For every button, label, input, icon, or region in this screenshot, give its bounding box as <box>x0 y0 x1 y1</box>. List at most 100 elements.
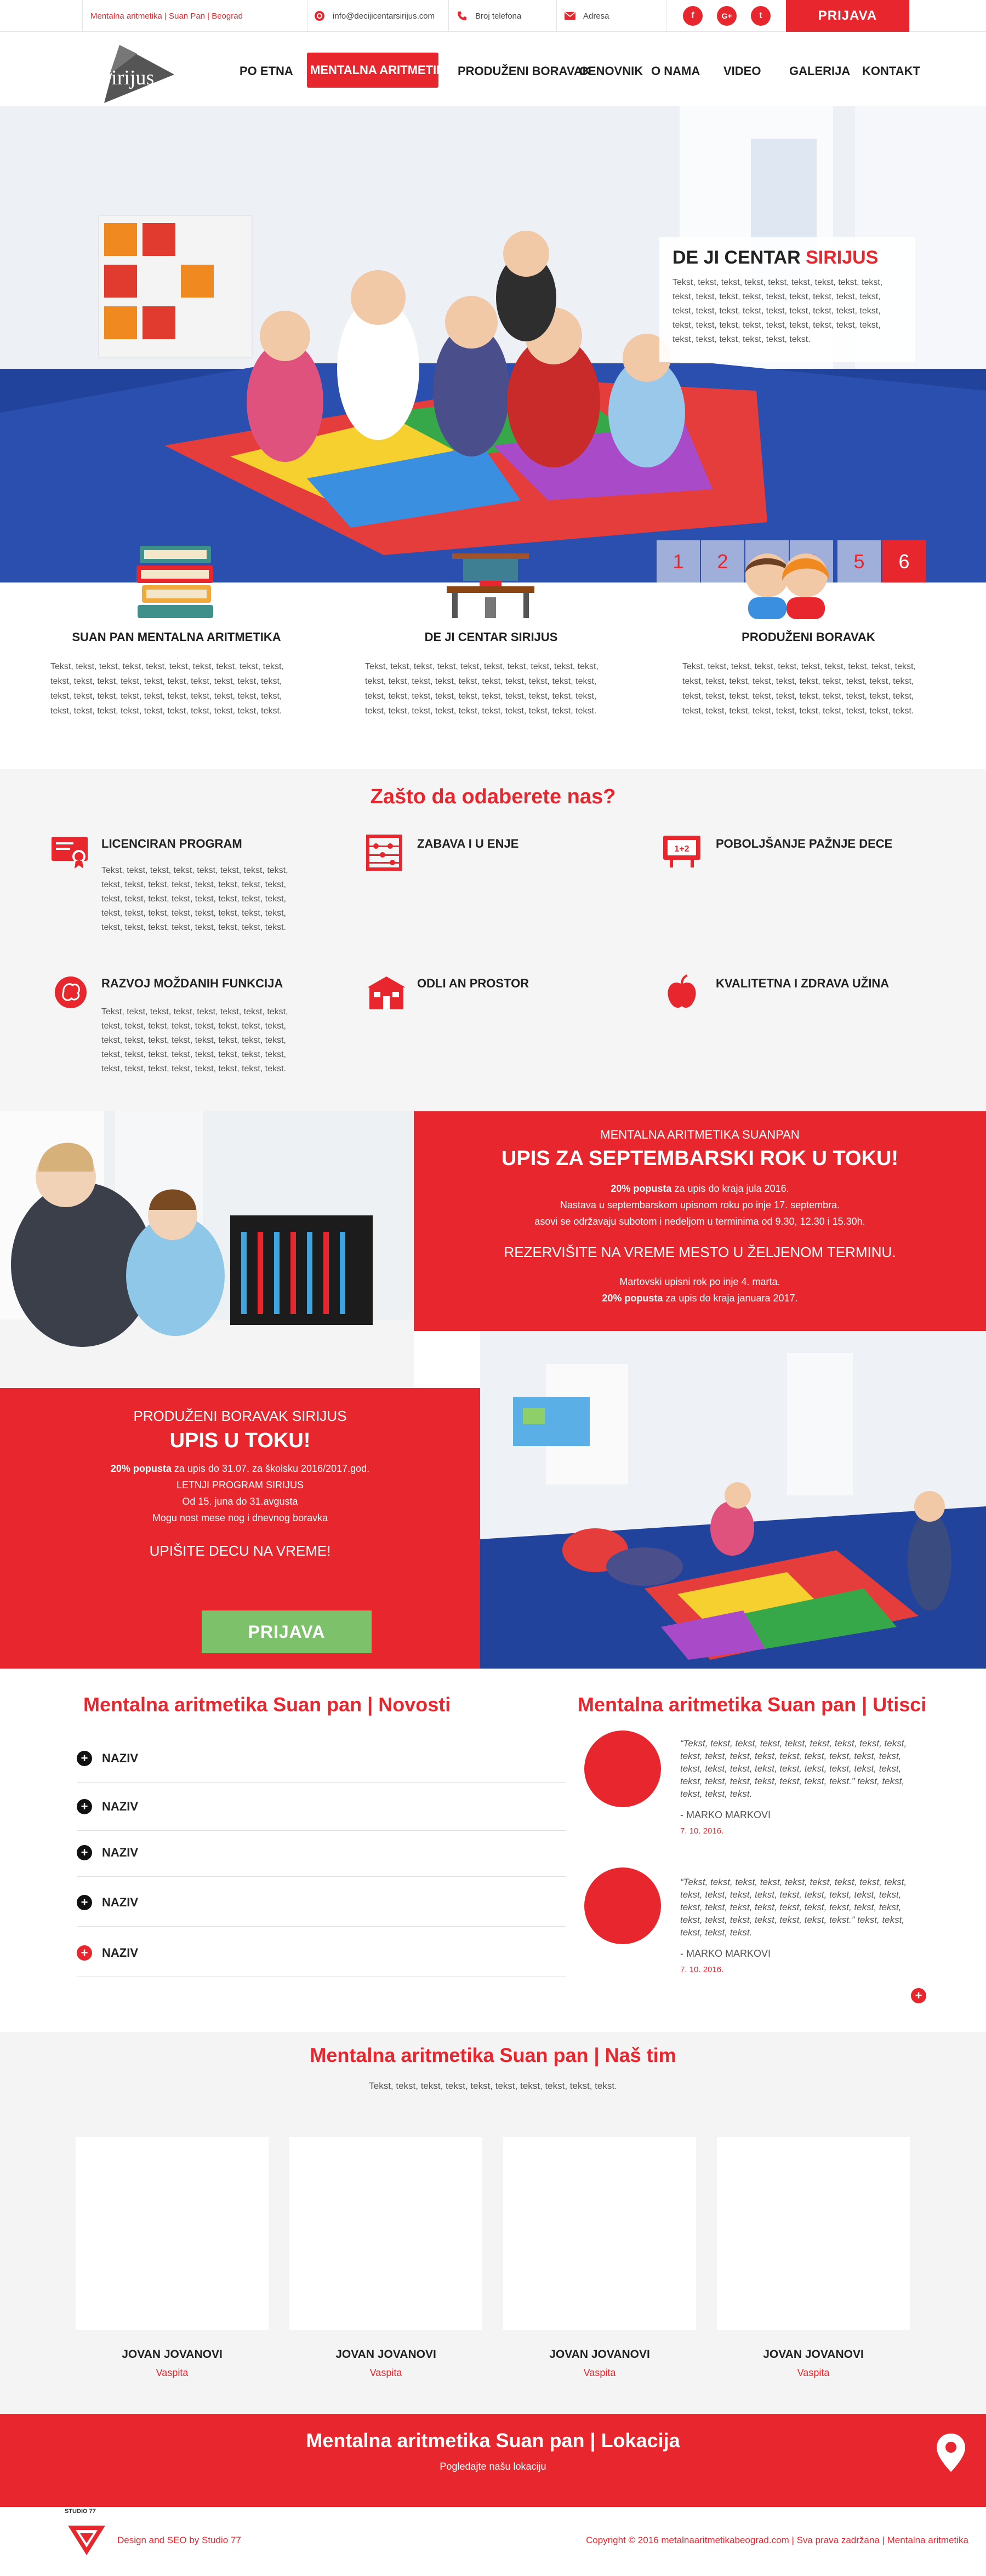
location-subtitle: Pogledajte našu lokaciju <box>440 2461 546 2472</box>
promo1-line5-rest: za upis do kraja januara 2017. <box>663 1293 798 1304</box>
promo2-kicker: PRODUŽENI BORAVAK SIRIJUS <box>133 1408 347 1424</box>
why-text-licensed: Tekst, tekst, tekst, tekst, tekst, tekst… <box>101 866 288 932</box>
promo1-discount-2: 20% popusta <box>602 1293 663 1304</box>
team-name-4: JOVAN JOVANOVI <box>763 2348 864 2361</box>
promo2-line2: LETNJI PROGRAM SIRIJUS <box>176 1480 304 1490</box>
math-board-icon: 1+2 <box>663 836 700 867</box>
nav-video[interactable]: VIDEO <box>723 64 761 78</box>
promo1-discount: 20% popusta <box>611 1183 672 1194</box>
studio77-logo-text: STUDIO 77 <box>65 2508 96 2515</box>
twitter-icon[interactable]: t <box>751 6 771 26</box>
promo2-title: UPIS U TOKU! <box>169 1429 311 1452</box>
nav-extended-stay[interactable]: PRODUŽENI BORAVAK <box>458 64 591 78</box>
promo1-line4: Martovski upisni rok po inje 4. marta. <box>619 1276 780 1287</box>
promo2-line1: 20% popusta za upis do 31.07. za školsku… <box>0 1460 480 1477</box>
team-role-3: Vaspita <box>583 2367 616 2378</box>
phone-link[interactable]: Broj telefona <box>448 0 552 32</box>
map-pin-icon[interactable] <box>936 2432 966 2473</box>
promo1-line2: Nastava u septembarskom upisnom roku po … <box>560 1200 840 1210</box>
social-links: f G+ t <box>666 0 786 32</box>
books-icon <box>136 546 213 618</box>
feature-text-center: Tekst, tekst, tekst, tekst, tekst, tekst… <box>365 662 599 716</box>
team-heading: Mentalna aritmetika Suan pan | Naš tim <box>310 2044 676 2066</box>
feature-text-suan-pan: Tekst, tekst, tekst, tekst, tekst, tekst… <box>50 662 284 716</box>
why-title-licensed: LICENCIRAN PROGRAM <box>101 837 242 850</box>
promo1-line1-rest: za upis do kraja jula 2016. <box>671 1183 789 1194</box>
team-subtitle: Tekst, tekst, tekst, tekst, tekst, tekst… <box>369 2081 617 2091</box>
promo1-line5: 20% popusta za upis do kraja januara 201… <box>414 1290 986 1306</box>
slide-dot-5[interactable]: 5 <box>837 540 881 582</box>
site-label: Mentalna aritmetika | Suan Pan | Beograd <box>82 0 307 32</box>
nav-about[interactable]: O NAMA <box>651 64 700 78</box>
testimonial-quote-2: “Tekst, tekst, tekst, tekst, tekst, teks… <box>680 1877 907 1938</box>
nav-mental-arithmetic[interactable]: MENTALNA ARITMETIKA <box>307 53 438 88</box>
email-text: info@decijicentarsirijus.com <box>333 11 435 21</box>
more-testimonials-icon[interactable]: + <box>911 1988 926 2003</box>
promo1-title: UPIS ZA SEPTEMBARSKI ROK U TOKU! <box>501 1147 899 1170</box>
team-photo-3 <box>503 2137 696 2330</box>
email-link[interactable]: info@decijicentarsirijus.com <box>307 0 444 32</box>
testimonial-quote-1: “Tekst, tekst, tekst, tekst, tekst, teks… <box>680 1738 907 1799</box>
plus-icon: + <box>77 1945 92 1961</box>
plus-icon: + <box>77 1894 92 1910</box>
team-photo-4 <box>717 2137 910 2330</box>
hero-title-black: DE JI CENTAR <box>672 247 806 268</box>
promo2-discount: 20% popusta <box>110 1463 172 1474</box>
news-item-4[interactable]: + NAZIV <box>77 1878 566 1927</box>
testimonial-date-1: 7. 10. 2016. <box>680 1826 724 1836</box>
playroom-photo <box>480 1331 986 1669</box>
hero-text: Tekst, tekst, tekst, tekst, tekst, tekst… <box>672 278 883 344</box>
feature-title-extended: PRODUŽENI BORAVAK <box>742 630 875 644</box>
address-link[interactable]: Adresa <box>556 0 666 32</box>
team-role-4: Vaspita <box>797 2367 830 2378</box>
news-item-5[interactable]: + NAZIV <box>77 1929 566 1977</box>
nav-pricelist[interactable]: CENOVNIK <box>579 64 643 78</box>
promo1-kicker: MENTALNA ARITMETIKA SUANPAN <box>600 1128 800 1141</box>
nav-contact[interactable]: KONTAKT <box>862 64 920 78</box>
news-item-3[interactable]: + NAZIV <box>77 1829 566 1877</box>
news-item-1[interactable]: + NAZIV <box>77 1734 566 1783</box>
location-section: Mentalna aritmetika Suan pan | Lokacija … <box>0 2414 986 2507</box>
testimonial-avatar-1 <box>584 1730 661 1807</box>
news-item-title: NAZIV <box>102 1845 138 1859</box>
slide-dot-1[interactable]: 1 <box>657 540 700 582</box>
news-heading: Mentalna aritmetika Suan pan | Novosti <box>83 1693 451 1716</box>
google-plus-icon[interactable]: G+ <box>717 6 737 26</box>
news-item-title: NAZIV <box>102 1895 138 1909</box>
abacus-class-photo <box>0 1111 414 1388</box>
promo-extended-stay: PRODUŽENI BORAVAK SIRIJUS UPIS U TOKU! 2… <box>0 1388 480 1669</box>
logo[interactable]: Sirijus <box>93 42 181 107</box>
news-item-2[interactable]: + NAZIV <box>77 1783 566 1831</box>
team-photo-2 <box>289 2137 482 2330</box>
plus-icon: + <box>77 1798 92 1814</box>
studio77-logo[interactable] <box>66 2516 107 2557</box>
plus-icon: + <box>77 1750 92 1766</box>
logo-text: Sirijus <box>100 66 155 89</box>
school-icon <box>367 976 406 1009</box>
hero-title: DE JI CENTAR SIRIJUS <box>672 247 878 269</box>
testimonial-avatar-2 <box>584 1867 661 1944</box>
testimonials-heading: Mentalna aritmetika Suan pan | Utisci <box>578 1693 927 1716</box>
nav-gallery[interactable]: GALERIJA <box>789 64 850 78</box>
envelope-icon <box>565 12 575 20</box>
promo2-signup-button[interactable]: PRIJAVA <box>202 1610 372 1653</box>
at-icon <box>315 11 324 21</box>
footer-credit[interactable]: Design and SEO by Studio 77 <box>117 2535 241 2546</box>
team-role-2: Vaspita <box>369 2367 402 2378</box>
apple-icon <box>668 974 696 1008</box>
testimonial-author-1: - MARKO MARKOVI <box>680 1809 771 1820</box>
promo2-line3: Od 15. juna do 31.avgusta <box>182 1496 298 1507</box>
facebook-icon[interactable]: f <box>683 6 703 26</box>
nav-home[interactable]: PO ETNA <box>240 64 293 78</box>
phone-icon <box>458 12 466 20</box>
login-button[interactable]: PRIJAVA <box>786 0 909 32</box>
news-item-title: NAZIV <box>102 1751 138 1765</box>
desk-icon <box>447 553 534 618</box>
promo2-line1-rest: za upis do 31.07. za školsku 2016/2017.g… <box>171 1463 370 1474</box>
team-name-2: JOVAN JOVANOVI <box>335 2348 436 2361</box>
phone-text: Broj telefona <box>475 11 522 21</box>
news-item-title: NAZIV <box>102 1799 138 1813</box>
slide-dot-6-active[interactable]: 6 <box>882 540 926 582</box>
promo1-cta: REZERVIŠITE NA VREME MESTO U ŽELJENOM TE… <box>504 1244 896 1260</box>
why-text-brain: Tekst, tekst, tekst, tekst, tekst, tekst… <box>101 1007 288 1073</box>
